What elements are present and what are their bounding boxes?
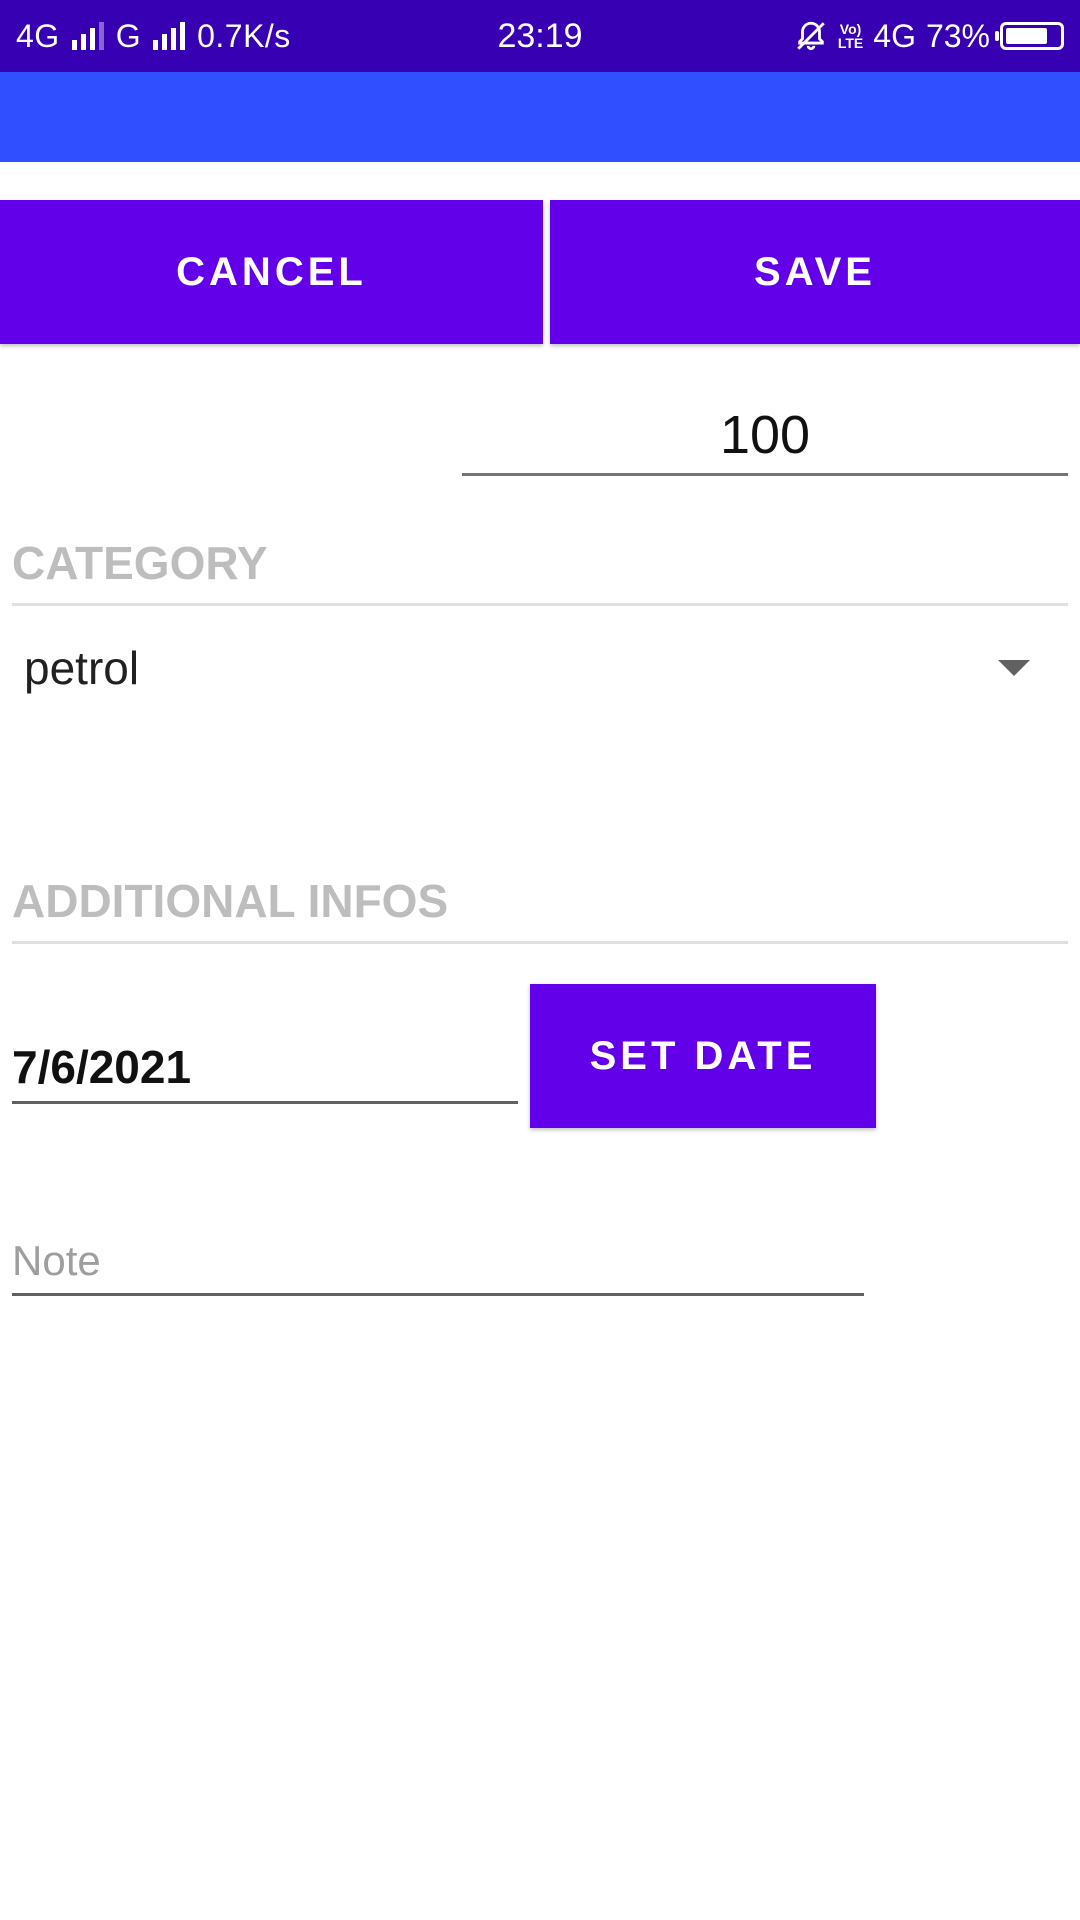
category-section-header: CATEGORY <box>12 536 1068 606</box>
save-button[interactable]: SAVE <box>550 200 1080 344</box>
category-selected-value: petrol <box>24 642 140 694</box>
battery-icon <box>995 22 1064 50</box>
set-date-label: SET DATE <box>589 1033 817 1078</box>
status-bar: 4G G 0.7K/s 23:19 Vo) LTE 4G 73% <box>0 0 1080 72</box>
app-bar <box>0 72 1080 162</box>
volte-bottom-label: LTE <box>837 35 864 51</box>
additional-infos-section-header: ADDITIONAL INFOS <box>12 874 1068 944</box>
note-input[interactable] <box>12 1228 864 1296</box>
network-4g-right-label: 4G <box>873 17 916 54</box>
date-field[interactable]: 7/6/2021 <box>12 1036 518 1104</box>
amount-field[interactable]: 100 <box>462 400 1068 476</box>
cancel-button[interactable]: CANCEL <box>0 200 543 344</box>
dropdown-arrow-icon <box>998 660 1030 676</box>
status-right: Vo) LTE 4G 73% <box>794 0 1064 72</box>
bell-muted-icon <box>797 21 825 51</box>
volte-top-label: Vo) <box>839 21 862 37</box>
set-date-button[interactable]: SET DATE <box>530 984 876 1128</box>
battery-percent: 73% <box>925 17 990 54</box>
category-spinner[interactable]: petrol <box>24 636 1034 700</box>
volte-icon: Vo) LTE <box>838 22 863 50</box>
